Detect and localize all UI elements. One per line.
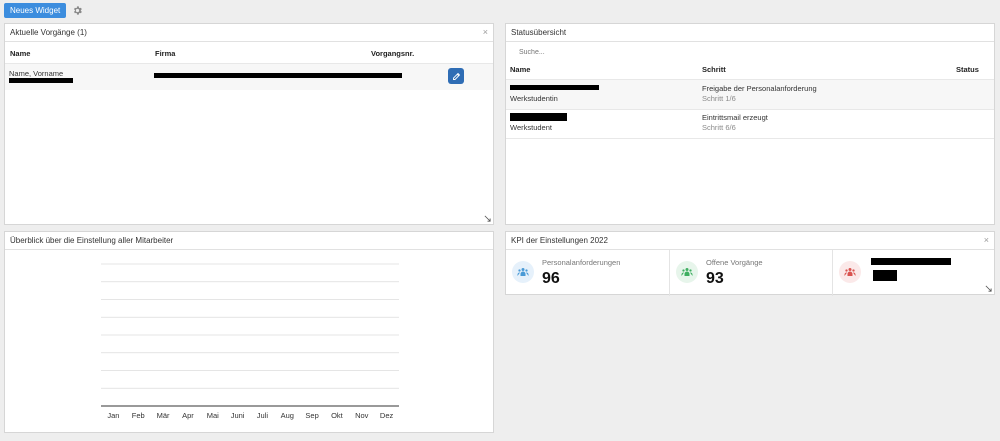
close-icon[interactable]: ×	[984, 235, 989, 245]
close-icon[interactable]: ×	[483, 27, 488, 37]
row-name: Name, Vorname	[9, 69, 64, 78]
edit-icon	[452, 72, 460, 80]
top-toolbar: Neues Widget	[4, 3, 83, 18]
new-widget-button[interactable]: Neues Widget	[4, 3, 67, 18]
x-tick-label: Jan	[107, 411, 119, 420]
kpi-card-personnel-requests: Personalanforderungen 96	[506, 250, 670, 296]
x-tick-label: Juni	[231, 411, 245, 420]
hiring-chart: Jan Feb Mär Apr Mai Juni Juli Aug Sep Okt Nov Dez	[101, 263, 399, 420]
column-header-status[interactable]: Status	[956, 65, 979, 74]
panel-title: Statusübersicht	[511, 28, 567, 37]
resize-handle-icon[interactable]	[484, 215, 491, 222]
resize-handle-icon[interactable]	[985, 285, 992, 292]
row-step-number: Schritt 6/6	[702, 123, 736, 132]
hiring-overview-panel: Überblick über die Einstellung aller Mit…	[4, 231, 494, 433]
table-row[interactable]: Werkstudentin Freigabe der Personalanfor…	[506, 80, 994, 109]
x-tick-label: Nov	[355, 411, 369, 420]
panel-header: Überblick über die Einstellung aller Mit…	[5, 232, 493, 250]
x-tick-label: Sep	[305, 411, 318, 420]
column-header-case-number[interactable]: Vorgangsnr.	[371, 49, 414, 58]
panel-title: KPI der Einstellungen 2022	[511, 236, 608, 245]
panel-header: Aktuelle Vorgänge (1) ×	[5, 24, 493, 42]
kpi-card-third	[833, 250, 996, 296]
kpi-value: 93	[706, 270, 724, 287]
people-icon	[512, 261, 534, 283]
redacted-text	[510, 85, 599, 90]
x-tick-label: Mai	[207, 411, 219, 420]
column-header-company[interactable]: Firma	[155, 49, 175, 58]
column-header-name[interactable]: Name	[10, 49, 30, 58]
panel-title: Überblick über die Einstellung aller Mit…	[10, 236, 174, 245]
edit-button[interactable]	[448, 68, 464, 84]
panel-title: Aktuelle Vorgänge (1)	[10, 28, 87, 37]
x-tick-label: Apr	[182, 411, 194, 420]
x-tick-label: Juli	[257, 411, 269, 420]
column-header-step[interactable]: Schritt	[702, 65, 726, 74]
row-step: Freigabe der Personalanforderung	[702, 84, 817, 93]
redacted-text	[873, 270, 897, 281]
kpi-card-open-cases: Offene Vorgänge 93	[670, 250, 833, 296]
row-step-number: Schritt 1/6	[702, 94, 736, 103]
table-row[interactable]: Werkstudent Eintrittsmail erzeugt Schrit…	[506, 110, 994, 138]
status-overview-panel: Statusübersicht Name Schritt Status Werk…	[505, 23, 995, 225]
kpi-panel: KPI der Einstellungen 2022 × Personalanf…	[505, 231, 996, 296]
column-header-name[interactable]: Name	[510, 65, 530, 74]
redacted-text	[9, 78, 73, 83]
redacted-text	[871, 258, 951, 265]
row-role: Werkstudent	[510, 123, 552, 132]
panel-header: KPI der Einstellungen 2022 ×	[506, 232, 994, 250]
gear-icon[interactable]	[71, 5, 83, 17]
row-step: Eintrittsmail erzeugt	[702, 113, 768, 122]
x-tick-label: Dez	[380, 411, 394, 420]
x-tick-label: Aug	[281, 411, 294, 420]
row-role: Werkstudentin	[510, 94, 558, 103]
table-row[interactable]: Name, Vorname	[5, 64, 493, 90]
people-icon	[839, 261, 861, 283]
people-icon	[676, 261, 698, 283]
redacted-company	[154, 73, 402, 78]
kpi-value: 96	[542, 270, 560, 287]
x-tick-label: Okt	[331, 411, 344, 420]
current-cases-panel: Aktuelle Vorgänge (1) × Name Firma Vorga…	[4, 23, 494, 225]
search-input[interactable]	[519, 49, 719, 56]
divider	[506, 138, 994, 139]
x-tick-label: Mär	[157, 411, 170, 420]
kpi-label: Offene Vorgänge	[706, 258, 763, 267]
redacted-text	[510, 113, 567, 121]
panel-header: Statusübersicht	[506, 24, 994, 42]
x-tick-label: Feb	[132, 411, 145, 420]
kpi-label: Personalanforderungen	[542, 258, 621, 267]
